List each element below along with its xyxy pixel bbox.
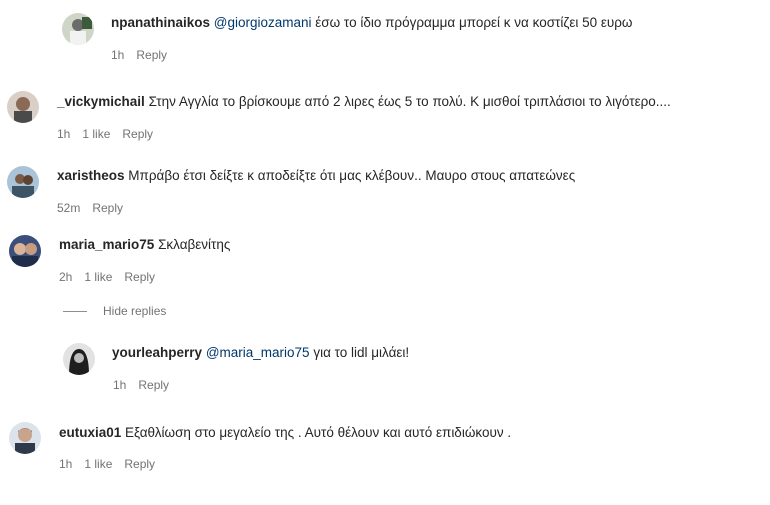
avatar[interactable] xyxy=(62,13,94,45)
timestamp[interactable]: 1h xyxy=(113,378,126,392)
divider xyxy=(63,311,87,313)
reply-button[interactable]: Reply xyxy=(136,48,167,62)
username-link[interactable]: yourleahperry xyxy=(112,345,202,360)
comment-text: npanathinaikos @giorgiozamani έσω το ίδι… xyxy=(111,14,632,32)
comment-meta: 1h 1 like Reply xyxy=(57,126,165,142)
comment-body: Εξαθλίωση στο μεγαλείο της . Αυτό θέλουν… xyxy=(121,425,512,440)
avatar[interactable] xyxy=(9,235,41,267)
username-link[interactable]: xaristheos xyxy=(57,168,125,183)
username-link[interactable]: _vickymichail xyxy=(57,94,145,109)
comment-text: _vickymichail Στην Αγγλία το βρίσκουμε α… xyxy=(57,93,671,111)
comment-meta: 52m Reply xyxy=(57,200,135,216)
comment-body: έσω το ίδιο πρόγραμμα μπορεί κ να κοστίζ… xyxy=(311,15,633,30)
timestamp[interactable]: 2h xyxy=(59,270,72,284)
reply-button[interactable]: Reply xyxy=(138,378,169,392)
comment-meta: 1h Reply xyxy=(111,47,179,63)
comment-text: yourleahperry @maria_mario75 για το lidl… xyxy=(112,344,409,362)
comment-body: για το lidl μιλάει! xyxy=(309,345,410,360)
mention-link[interactable]: @giorgiozamani xyxy=(214,15,312,30)
like-count[interactable]: 1 like xyxy=(84,270,112,284)
like-count[interactable]: 1 like xyxy=(84,457,112,471)
mention-link[interactable]: @maria_mario75 xyxy=(206,345,310,360)
avatar[interactable] xyxy=(7,166,39,198)
avatar[interactable] xyxy=(7,91,39,123)
comment-meta: 2h 1 like Reply xyxy=(59,269,167,285)
avatar[interactable] xyxy=(63,343,95,375)
comment-text: xaristheos Μπράβο έτσι δείξτε κ αποδείξτ… xyxy=(57,167,575,185)
reply-button[interactable]: Reply xyxy=(124,457,155,471)
timestamp[interactable]: 52m xyxy=(57,201,80,215)
avatar[interactable] xyxy=(9,422,41,454)
comment-text: eutuxia01 Εξαθλίωση στο μεγαλείο της . Α… xyxy=(59,424,511,442)
timestamp[interactable]: 1h xyxy=(111,48,124,62)
like-count[interactable]: 1 like xyxy=(82,127,110,141)
reply-button[interactable]: Reply xyxy=(122,127,153,141)
comment-body: Μπράβο έτσι δείξτε κ αποδείξτε ότι μας κ… xyxy=(124,168,576,183)
comment-body: Στην Αγγλία το βρίσκουμε από 2 λιρες έως… xyxy=(144,94,671,109)
hide-replies-label: Hide replies xyxy=(103,304,167,318)
hide-replies-button[interactable]: Hide replies xyxy=(63,303,166,319)
timestamp[interactable]: 1h xyxy=(59,457,72,471)
username-link[interactable]: eutuxia01 xyxy=(59,425,121,440)
comment-text: maria_mario75 Σκλαβενίτης xyxy=(59,236,230,254)
username-link[interactable]: npanathinaikos xyxy=(111,15,210,30)
comment-meta: 1h Reply xyxy=(113,377,181,393)
comment-body: Σκλαβενίτης xyxy=(154,237,231,252)
reply-button[interactable]: Reply xyxy=(124,270,155,284)
username-link[interactable]: maria_mario75 xyxy=(59,237,154,252)
reply-button[interactable]: Reply xyxy=(92,201,123,215)
timestamp[interactable]: 1h xyxy=(57,127,70,141)
comment-meta: 1h 1 like Reply xyxy=(59,456,167,472)
